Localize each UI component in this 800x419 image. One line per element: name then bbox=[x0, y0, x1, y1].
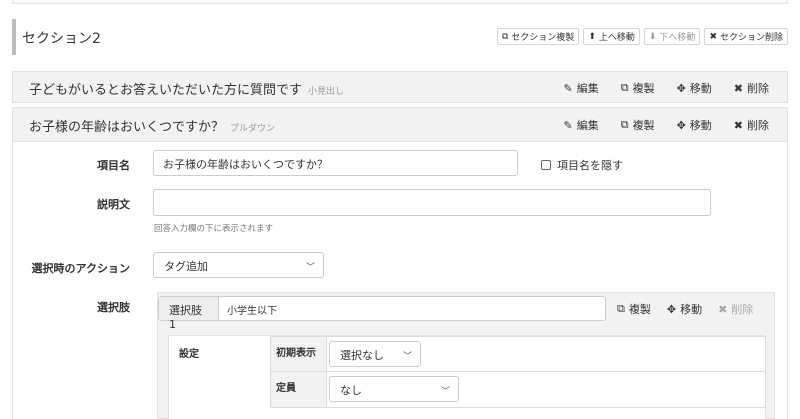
choices-label: 選択肢 bbox=[97, 301, 130, 314]
action-label: 選択時のアクション bbox=[31, 262, 130, 275]
move-icon: ✥ bbox=[666, 302, 677, 316]
choice-move-button[interactable]: ✥ 移動 bbox=[667, 301, 702, 317]
action-select[interactable]: タグ追加 ﹀ bbox=[153, 252, 324, 278]
chevron-down-icon: ﹀ bbox=[305, 263, 315, 273]
arrow-down-icon: ⬇ bbox=[648, 31, 657, 42]
item-type-label: プルダウン bbox=[230, 124, 276, 134]
copy-button[interactable]: ⧉ 複製 bbox=[621, 117, 655, 133]
move-icon: ✥ bbox=[676, 81, 686, 95]
question-item-row[interactable]: お子様の年齢はおいくつですか？ プルダウン ✎ 編集 ⧉ 複製 ✥ 移動 ✖ 削除 bbox=[12, 107, 788, 142]
question-item-title: お子様の年齢はおいくつですか？ bbox=[29, 120, 225, 135]
heading-item-row[interactable]: 子どもがいるとお答えいただいた方に質問です 小見出し ✎ 編集 ⧉ 複製 ✥ 移動 ✖ 削… bbox=[12, 71, 788, 103]
choice-value-input[interactable]: 小学生以下 bbox=[227, 302, 277, 317]
move-icon: ✥ bbox=[676, 118, 686, 132]
settings-label: 設定 bbox=[179, 349, 199, 360]
move-button[interactable]: ✥ 移動 bbox=[677, 80, 712, 96]
item-name-label: 項目名 bbox=[97, 159, 130, 172]
description-input[interactable] bbox=[153, 189, 711, 216]
description-label: 説明文 bbox=[97, 198, 130, 211]
close-icon: ✖ bbox=[718, 302, 728, 316]
description-hint: 回答入力欄の下に表示されます bbox=[154, 224, 274, 234]
choice-number-label: 選択肢1 bbox=[159, 297, 219, 331]
settings-row-initial: 初期表示 選択なし ﹀ bbox=[270, 336, 766, 372]
choice-item: 選択肢1 小学生以下 ⧉ 複製 ✥ 移動 ✖ 削除 設定 初期表示 選択なし ﹀ 定員… bbox=[157, 292, 775, 419]
copy-icon: ⧉ bbox=[620, 81, 629, 94]
item-type-label: 小見出し bbox=[308, 87, 345, 97]
edit-button[interactable]: ✎ 編集 bbox=[563, 117, 598, 133]
section-header: セクション2 ⧉ セクション複製 ⬆ 上へ移動 ⬇ 下へ移動 ✖ セクション削除 bbox=[12, 19, 788, 55]
heading-item-title: 子どもがいるとお答えいただいた方に質問です bbox=[29, 83, 303, 98]
pencil-icon: ✎ bbox=[563, 118, 573, 132]
move-button[interactable]: ✥ 移動 bbox=[677, 117, 712, 133]
delete-button[interactable]: ✖ 削除 bbox=[734, 117, 769, 133]
delete-button[interactable]: ✖ 削除 bbox=[734, 80, 769, 96]
hide-item-name-checkbox[interactable]: 項目名を隠す bbox=[541, 157, 623, 173]
choice-settings: 設定 初期表示 選択なし ﹀ 定員 なし ﹀ bbox=[168, 335, 766, 419]
chevron-down-icon: ﹀ bbox=[402, 352, 412, 362]
section-accent-bar bbox=[12, 19, 16, 55]
duplicate-section-button[interactable]: ⧉ セクション複製 bbox=[496, 28, 580, 45]
copy-button[interactable]: ⧉ 複製 bbox=[621, 80, 655, 96]
copy-icon: ⧉ bbox=[617, 302, 625, 315]
move-down-button[interactable]: ⬇ 下へ移動 bbox=[643, 28, 701, 45]
settings-key: 定員 bbox=[271, 372, 327, 407]
settings-table: 初期表示 選択なし ﹀ 定員 なし ﹀ bbox=[270, 336, 766, 408]
settings-row-capacity: 定員 なし ﹀ bbox=[270, 371, 766, 408]
choice-delete-button[interactable]: ✖ 削除 bbox=[718, 301, 753, 317]
capacity-select[interactable]: なし ﹀ bbox=[329, 376, 459, 402]
initial-display-select[interactable]: 選択なし ﹀ bbox=[329, 341, 421, 367]
arrow-up-icon: ⬆ bbox=[588, 31, 596, 42]
previous-section-edge bbox=[12, 0, 788, 4]
copy-icon: ⧉ bbox=[501, 31, 509, 42]
chevron-down-icon: ﹀ bbox=[440, 387, 450, 397]
move-up-button[interactable]: ⬆ 上へ移動 bbox=[583, 28, 640, 45]
choice-input-group: 選択肢1 小学生以下 bbox=[158, 296, 606, 331]
choice-copy-button[interactable]: ⧉ 複製 bbox=[617, 301, 651, 317]
copy-icon: ⧉ bbox=[620, 118, 629, 131]
settings-key: 初期表示 bbox=[271, 337, 327, 371]
close-icon: ✖ bbox=[733, 118, 743, 132]
section-title: セクション2 bbox=[22, 31, 101, 47]
edit-button[interactable]: ✎ 編集 bbox=[563, 80, 598, 96]
pencil-icon: ✎ bbox=[563, 81, 573, 95]
delete-section-button[interactable]: ✖ セクション削除 bbox=[704, 28, 788, 45]
checkbox-box[interactable] bbox=[541, 160, 551, 170]
item-name-input[interactable]: お子様の年齢はおいくつですか？ bbox=[153, 150, 518, 176]
close-icon: ✖ bbox=[709, 31, 717, 42]
close-icon: ✖ bbox=[733, 81, 743, 95]
